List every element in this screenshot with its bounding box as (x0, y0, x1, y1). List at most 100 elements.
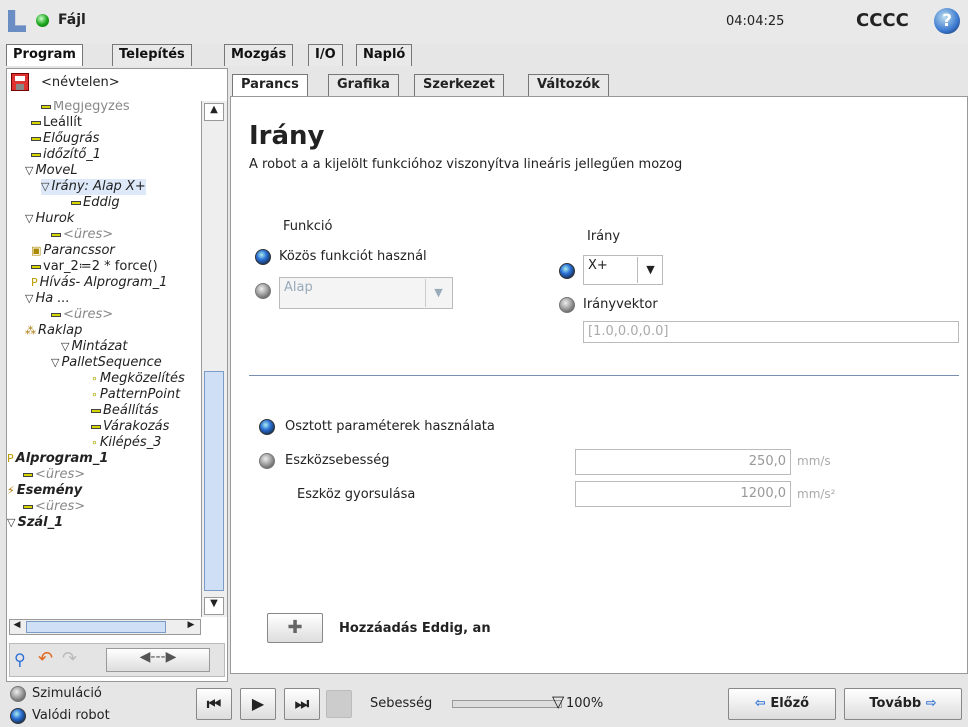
next-label: Tovább (869, 696, 922, 711)
file-menu[interactable]: Fájl (58, 12, 86, 28)
chevron-down-icon[interactable]: ▼ (637, 257, 663, 283)
tree-node[interactable]: ⁂ Raklap (25, 323, 82, 339)
tree-node-label: Hívás- Alprogram_1 (39, 275, 168, 290)
tree-node[interactable]: <üres> (51, 307, 113, 323)
next-button[interactable]: Tovább ⇨ (844, 688, 962, 720)
folder-icon: ▽ (7, 516, 16, 529)
status-dot-icon (36, 14, 49, 27)
tree-node-label: PalletSequence (61, 355, 162, 370)
search-icon[interactable]: ⚲ (14, 650, 34, 670)
undo-icon[interactable]: ↶ (38, 648, 60, 670)
tool-speed-radio[interactable] (259, 453, 275, 469)
stop-button[interactable] (326, 690, 352, 718)
tree-node[interactable]: Előugrás (31, 131, 99, 147)
feature-radio[interactable] (255, 283, 271, 299)
tree-toolbar: ⚲ ↶ ↷ ◀---▶ (9, 643, 225, 677)
tree-node[interactable]: Beállítás (91, 403, 159, 419)
tool-speed-unit: mm/s (797, 454, 831, 468)
leaf-icon (51, 312, 61, 317)
hscroll-thumb[interactable] (26, 621, 166, 633)
slider-handle-icon[interactable]: ▽ (552, 692, 564, 711)
tree-node[interactable]: ▽ Szál_1 (7, 515, 63, 531)
skip-back-button[interactable]: ⏮ (196, 688, 232, 720)
tree-node[interactable]: var_2≔2 * force() (31, 259, 158, 275)
scroll-down-icon[interactable]: ▼ (204, 597, 224, 615)
program-tree[interactable]: Megjegyzés Leállít Előugrás időzítő_1 ▽ MoveL… (7, 101, 201, 671)
tree-node[interactable]: ▽ PalletSequence (51, 355, 162, 371)
tree-node-label: PatternPoint (99, 387, 181, 402)
speed-label: Sebesség (370, 696, 433, 711)
tree-node[interactable]: Leállít (31, 115, 82, 131)
tree-node[interactable]: ▽ Hurok (25, 211, 74, 227)
common-feature-label: Közös funkciót használ (279, 249, 427, 264)
direction-label: Irány (587, 229, 621, 244)
event-icon: ⚡ (7, 484, 15, 497)
scroll-up-icon[interactable]: ▲ (204, 103, 224, 121)
tool-accel-field[interactable]: 1200,0 (575, 481, 791, 507)
common-feature-radio[interactable] (255, 249, 271, 265)
tree-hscrollbar[interactable]: ◀ ▶ (9, 619, 201, 635)
tab-variables[interactable]: Változók (528, 74, 609, 96)
help-icon[interactable]: ? (934, 8, 960, 34)
tree-node[interactable]: Eddig (71, 195, 120, 211)
tree-node[interactable]: időzítő_1 (31, 147, 101, 163)
tab-installation[interactable]: Telepítés (112, 44, 192, 66)
tree-node[interactable]: <üres> (23, 467, 85, 483)
tree-node[interactable]: Várakozás (91, 419, 169, 435)
tab-program[interactable]: Program (6, 44, 83, 66)
simulation-radio[interactable] (10, 686, 26, 702)
tree-node[interactable]: P Hívás- Alprogram_1 (31, 275, 167, 291)
tab-io[interactable]: I/O (308, 44, 343, 66)
real-robot-radio[interactable] (10, 708, 26, 724)
program-tree-panel: <névtelen> Megjegyzés Leállít Előugrás időz… (6, 68, 228, 682)
tree-node[interactable]: ∘ PatternPoint (91, 387, 180, 403)
tree-node[interactable]: ▽ MoveL (25, 163, 78, 179)
shared-params-radio[interactable] (259, 419, 275, 435)
chevron-down-icon[interactable]: ▼ (425, 279, 451, 307)
tree-node[interactable]: ▣ Parancssor (31, 243, 115, 259)
tree-node[interactable]: ⚡ Esemény (7, 483, 82, 499)
tree-scrollbar[interactable]: ▲ ▼ (201, 101, 227, 617)
tool-speed-field[interactable]: 250,0 (575, 449, 791, 475)
waypoint-icon: ∘ (91, 388, 98, 401)
direction-radio[interactable] (559, 263, 575, 279)
folder-icon: ▽ (61, 340, 70, 353)
leaf-icon (91, 424, 101, 429)
waypoint-icon: ∘ (91, 372, 98, 385)
tool-speed-label: Eszközsebesség (285, 453, 390, 468)
tab-command[interactable]: Parancs (232, 74, 308, 97)
tree-node[interactable]: P Alprogram_1 (7, 451, 108, 467)
tree-node[interactable]: ▽ Irány: Alap X+ (41, 179, 146, 195)
play-button[interactable]: ▶ (240, 688, 276, 720)
tree-node[interactable]: <üres> (23, 499, 85, 515)
redo-icon[interactable]: ↷ (62, 648, 84, 670)
folder-icon: ▽ (25, 164, 34, 177)
tree-node[interactable]: Megjegyzés (41, 101, 130, 115)
tree-node[interactable]: ∘ Kilépés_3 (91, 435, 161, 451)
tree-node-label: Eddig (83, 195, 120, 210)
tab-log[interactable]: Napló (356, 44, 413, 66)
speed-slider[interactable] (452, 700, 562, 708)
add-until-button[interactable]: ✚ (267, 613, 323, 643)
scroll-right-icon[interactable]: ▶ (184, 620, 198, 634)
tree-node-label: Megközelítés (99, 371, 185, 386)
tab-move[interactable]: Mozgás (224, 44, 294, 66)
leaf-icon (23, 472, 33, 477)
tab-graphics[interactable]: Grafika (328, 74, 399, 96)
tree-node[interactable]: ▽ Mintázat (61, 339, 128, 355)
tree-node-label: időzítő_1 (43, 147, 102, 162)
tree-node[interactable]: ∘ Megközelítés (91, 371, 185, 387)
save-icon[interactable] (11, 73, 29, 91)
tab-structure[interactable]: Szerkezet (414, 74, 504, 96)
scroll-thumb[interactable] (204, 371, 224, 591)
prev-button[interactable]: ⇦ Előző (728, 688, 836, 720)
cut-arrows-icon[interactable]: ◀---▶ (106, 648, 210, 672)
tree-node[interactable]: <üres> (51, 227, 113, 243)
tree-node[interactable]: ▽ Ha ... (25, 291, 70, 307)
pallet-icon: ⁂ (25, 324, 36, 337)
tree-node-label: Szál_1 (17, 515, 64, 530)
scroll-left-icon[interactable]: ◀ (10, 620, 24, 634)
vector-radio[interactable] (559, 297, 575, 313)
vector-field[interactable]: [1.0,0.0,0.0] (583, 321, 959, 343)
step-button[interactable]: ⏭ (284, 688, 320, 720)
